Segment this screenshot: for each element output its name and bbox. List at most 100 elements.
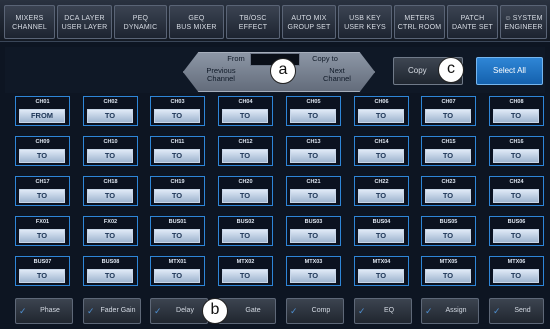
toggle-assign[interactable]: ✓ Assign xyxy=(421,298,479,324)
channel-action-button[interactable]: TO xyxy=(19,229,65,243)
channel-cell: MTX01 TO xyxy=(150,256,205,286)
channel-cell: CH11 TO xyxy=(150,136,205,166)
channel-cell: CH21 TO xyxy=(286,176,341,206)
channel-cell: CH19 TO xyxy=(150,176,205,206)
channel-action-button[interactable]: TO xyxy=(154,109,200,123)
channel-name: CH04 xyxy=(238,99,253,105)
toggle-label: Phase xyxy=(40,307,60,314)
channel-cell: CH15 TO xyxy=(421,136,476,166)
channel-action-button[interactable]: TO xyxy=(87,269,133,283)
channel-cell: CH24 TO xyxy=(489,176,544,206)
menu-dca-user-layer[interactable]: DCA LAYER USER LAYER xyxy=(57,5,112,39)
channel-action-button[interactable]: TO xyxy=(87,109,133,123)
channel-name: CH22 xyxy=(374,179,389,185)
menu-meters-ctrl-room[interactable]: METERS CTRL ROOM xyxy=(394,5,445,39)
menu-system-engineer[interactable]: SYSTEMENGINEER xyxy=(500,5,547,39)
channel-action-button[interactable]: TO xyxy=(87,189,133,203)
checkmark-icon: ✓ xyxy=(493,306,501,316)
toggle-label: Fader Gain xyxy=(100,307,136,314)
channel-action-button[interactable]: TO xyxy=(358,109,404,123)
channel-action-button[interactable]: TO xyxy=(154,269,200,283)
toggle-label: Delay xyxy=(176,307,194,314)
menu-patch-dante-set[interactable]: PATCH DANTE SET xyxy=(447,5,498,39)
channel-action-button[interactable]: TO xyxy=(425,229,471,243)
channel-action-button[interactable]: TO xyxy=(425,189,471,203)
channel-cell: BUS04 TO xyxy=(354,216,409,246)
toggle-label: Gate xyxy=(245,307,261,314)
channel-action-button[interactable]: TO xyxy=(290,149,336,163)
toggle-eq[interactable]: ✓ EQ xyxy=(354,298,412,324)
toggle-label: Assign xyxy=(445,307,467,314)
toggle-send[interactable]: ✓ Send xyxy=(489,298,544,324)
channel-action-button[interactable]: FROM xyxy=(19,109,65,123)
channel-action-button[interactable]: TO xyxy=(154,229,200,243)
channel-action-button[interactable]: TO xyxy=(222,269,268,283)
channel-action-button[interactable]: TO xyxy=(425,269,471,283)
checkmark-icon: ✓ xyxy=(425,306,433,316)
channel-action-button[interactable]: TO xyxy=(222,229,268,243)
channel-action-button[interactable]: TO xyxy=(493,149,539,163)
from-label: From xyxy=(227,54,245,63)
channel-cell: BUS03 TO xyxy=(286,216,341,246)
channel-action-button[interactable]: TO xyxy=(154,149,200,163)
checkmark-icon: ✓ xyxy=(358,306,366,316)
channel-name: CH18 xyxy=(103,179,118,185)
channel-action-button[interactable]: TO xyxy=(358,149,404,163)
channel-action-button[interactable]: TO xyxy=(87,149,133,163)
channel-action-button[interactable]: TO xyxy=(290,189,336,203)
channel-name: CH03 xyxy=(170,99,185,105)
channel-cell: CH07 TO xyxy=(421,96,476,126)
channel-action-button[interactable]: TO xyxy=(290,109,336,123)
channel-name: BUS06 xyxy=(507,219,526,225)
channel-action-button[interactable]: TO xyxy=(19,189,65,203)
channel-name: MTX01 xyxy=(168,259,187,265)
menu-peq-dynamic[interactable]: PEQ DYNAMIC xyxy=(114,5,167,39)
toggle-comp[interactable]: ✓ Comp xyxy=(286,298,344,324)
channel-action-button[interactable]: TO xyxy=(493,109,539,123)
channel-action-button[interactable]: TO xyxy=(222,149,268,163)
channel-name: MTX05 xyxy=(439,259,458,265)
channel-name: MTX03 xyxy=(304,259,323,265)
select-all-button[interactable]: Select All xyxy=(476,57,543,85)
channel-action-button[interactable]: TO xyxy=(493,229,539,243)
checkmark-icon: ✓ xyxy=(154,306,162,316)
previous-channel-button[interactable]: Previous Channel xyxy=(198,67,244,83)
toggle-delay[interactable]: ✓ Delay xyxy=(150,298,208,324)
channel-action-button[interactable]: TO xyxy=(358,229,404,243)
toggle-fader-gain[interactable]: ✓ Fader Gain xyxy=(83,298,141,324)
channel-name: CH11 xyxy=(170,139,185,145)
menu-usbkey-user-keys[interactable]: USB KEY USER KEYS xyxy=(338,5,392,39)
channel-name: MTX02 xyxy=(236,259,255,265)
channel-name: CH21 xyxy=(306,179,321,185)
channel-cell: CH08 TO xyxy=(489,96,544,126)
channel-action-button[interactable]: TO xyxy=(493,269,539,283)
channel-cell: CH13 TO xyxy=(286,136,341,166)
channel-cell: CH06 TO xyxy=(354,96,409,126)
channel-name: CH02 xyxy=(103,99,118,105)
channel-action-button[interactable]: TO xyxy=(222,189,268,203)
channel-action-button[interactable]: TO xyxy=(19,269,65,283)
channel-action-button[interactable]: TO xyxy=(290,269,336,283)
channel-cell: MTX04 TO xyxy=(354,256,409,286)
channel-action-button[interactable]: TO xyxy=(19,149,65,163)
menu-geq-bus-mixer[interactable]: GEQ BUS MIXER xyxy=(169,5,224,39)
channel-action-button[interactable]: TO xyxy=(222,109,268,123)
channel-name: CH20 xyxy=(238,179,253,185)
menu-automix-group-set[interactable]: AUTO MIX GROUP SET xyxy=(282,5,336,39)
channel-name: MTX06 xyxy=(507,259,526,265)
channel-action-button[interactable]: TO xyxy=(290,229,336,243)
channel-action-button[interactable]: TO xyxy=(358,269,404,283)
channel-action-button[interactable]: TO xyxy=(87,229,133,243)
menu-mixers-channel[interactable]: MIXERS CHANNEL xyxy=(4,5,55,39)
next-channel-button[interactable]: Next Channel xyxy=(314,67,360,83)
menu-tbosc-effect[interactable]: TB/OSC EFFECT xyxy=(226,5,280,39)
toggle-label: Comp xyxy=(311,307,331,314)
channel-name: CH06 xyxy=(374,99,389,105)
channel-action-button[interactable]: TO xyxy=(493,189,539,203)
channel-action-button[interactable]: TO xyxy=(425,149,471,163)
channel-action-button[interactable]: TO xyxy=(154,189,200,203)
toggle-phase[interactable]: ✓ Phase xyxy=(15,298,73,324)
channel-action-button[interactable]: TO xyxy=(425,109,471,123)
channel-action-button[interactable]: TO xyxy=(358,189,404,203)
copy-channel-screen: MIXERS CHANNEL DCA LAYER USER LAYER PEQ DYN… xyxy=(0,0,550,329)
